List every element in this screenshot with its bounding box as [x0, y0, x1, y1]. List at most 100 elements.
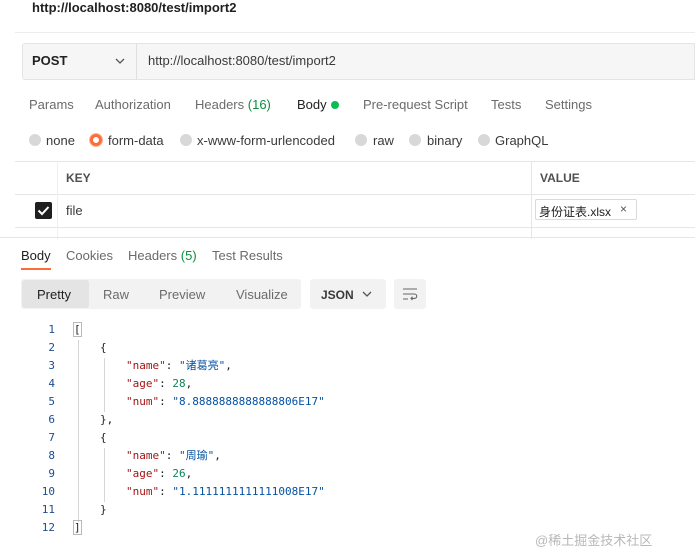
response-tab-test-results[interactable]: Test Results [212, 248, 283, 263]
line-number: 3 [48, 359, 55, 372]
response-tab-headers-label: Headers [128, 248, 178, 263]
remove-file-icon[interactable]: × [620, 202, 627, 216]
indent-guide [104, 358, 105, 412]
code-line: "age": 28, [126, 375, 192, 393]
code-line: [ [73, 321, 82, 339]
json-key: "age" [126, 377, 160, 390]
row-enabled-checkbox[interactable] [35, 202, 52, 219]
json-colon: : [165, 449, 179, 462]
json-key: "num" [126, 485, 160, 498]
json-comma: , [225, 359, 232, 372]
code-line: }, [100, 413, 114, 426]
table-border [15, 227, 695, 228]
chevron-down-icon [362, 291, 372, 297]
row-key-input[interactable]: file [66, 203, 83, 218]
code-line: "num": "1.1111111111111008E17" [126, 483, 325, 501]
json-comma: , [185, 467, 193, 480]
json-colon: : [159, 485, 173, 498]
code-line: "name": "诸葛亮", [126, 357, 232, 375]
file-name: 身份证表.xlsx [539, 205, 612, 219]
code-line: { [100, 431, 107, 444]
json-key: "num" [126, 395, 160, 408]
divider [15, 32, 695, 33]
view-preview-button[interactable]: Preview [159, 287, 205, 302]
line-number: 2 [48, 341, 55, 354]
response-tab-headers[interactable]: Headers (5) [128, 248, 197, 263]
wrap-lines-icon [403, 288, 418, 301]
radio-urlencoded[interactable] [180, 134, 192, 146]
line-number: 6 [48, 413, 55, 426]
view-visualize-button[interactable]: Visualize [236, 287, 288, 302]
column-header-key: KEY [66, 171, 91, 185]
radio-none[interactable] [29, 134, 41, 146]
tab-body[interactable]: Body [297, 97, 327, 112]
table-border [15, 194, 695, 195]
line-number: 10 [41, 485, 55, 498]
json-key: "age" [126, 467, 160, 480]
method-label: POST [32, 53, 68, 68]
request-title: http://localhost:8080/test/import2 [32, 0, 237, 15]
url-value: http://localhost:8080/test/import2 [148, 53, 336, 68]
line-number: 12 [41, 521, 55, 534]
radio-graphql[interactable] [478, 134, 490, 146]
indent-guide [104, 448, 105, 502]
radio-binary-label[interactable]: binary [427, 133, 462, 148]
code-line: } [100, 503, 107, 516]
json-value: 26 [172, 467, 186, 480]
radio-raw-label[interactable]: raw [373, 133, 394, 148]
code-line: ] [73, 519, 82, 537]
json-colon: : [159, 467, 173, 480]
response-tab-headers-count: (5) [180, 248, 197, 263]
chevron-down-icon[interactable] [113, 54, 127, 68]
tab-tests[interactable]: Tests [491, 97, 521, 112]
radio-none-label[interactable]: none [46, 133, 75, 148]
tab-params[interactable]: Params [29, 97, 74, 112]
json-value: "8.8888888888888806E17" [172, 395, 325, 408]
line-number: 1 [48, 323, 55, 336]
table-column-divider [57, 161, 58, 239]
json-value: "诸葛亮" [179, 359, 226, 372]
table-border [15, 161, 695, 162]
radio-graphql-label[interactable]: GraphQL [495, 133, 548, 148]
tab-headers-count: (16) [247, 97, 271, 112]
tab-headers[interactable]: Headers (16) [195, 97, 271, 112]
checkmark-icon [37, 206, 50, 216]
view-raw-button[interactable]: Raw [103, 287, 129, 302]
json-colon: : [165, 359, 179, 372]
json-key: "name" [126, 449, 166, 462]
response-tab-body[interactable]: Body [21, 248, 51, 263]
column-header-value: VALUE [540, 171, 580, 185]
body-active-dot [331, 101, 339, 109]
json-comma: , [214, 449, 221, 462]
view-pretty-button[interactable]: Pretty [37, 287, 71, 302]
radio-raw[interactable] [355, 134, 367, 146]
section-divider [0, 237, 695, 238]
line-number: 7 [48, 431, 55, 444]
active-tab-indicator [21, 268, 51, 270]
line-number: 8 [48, 449, 55, 462]
radio-form-data[interactable] [90, 134, 102, 146]
table-column-divider [531, 161, 532, 239]
json-colon: : [159, 395, 173, 408]
line-number: 9 [48, 467, 55, 480]
watermark: @稀土掘金技术社区 [535, 533, 653, 548]
code-line: "num": "8.8888888888888806E17" [126, 393, 325, 411]
line-number: 5 [48, 395, 55, 408]
json-comma: , [185, 377, 193, 390]
code-line: "age": 26, [126, 465, 192, 483]
json-value: 28 [172, 377, 186, 390]
line-number: 11 [41, 503, 55, 516]
indent-guide [78, 340, 79, 522]
tab-settings[interactable]: Settings [545, 97, 592, 112]
json-value: "1.1111111111111008E17" [172, 485, 325, 498]
tab-prerequest-script[interactable]: Pre-request Script [363, 97, 468, 112]
tab-authorization[interactable]: Authorization [95, 97, 171, 112]
radio-urlencoded-label[interactable]: x-www-form-urlencoded [197, 133, 335, 148]
code-line: { [100, 341, 107, 354]
radio-binary[interactable] [409, 134, 421, 146]
response-tab-cookies[interactable]: Cookies [66, 248, 113, 263]
format-label: JSON [321, 288, 354, 302]
tab-headers-label: Headers [195, 97, 245, 112]
json-key: "name" [126, 359, 166, 372]
radio-form-data-label[interactable]: form-data [108, 133, 164, 148]
